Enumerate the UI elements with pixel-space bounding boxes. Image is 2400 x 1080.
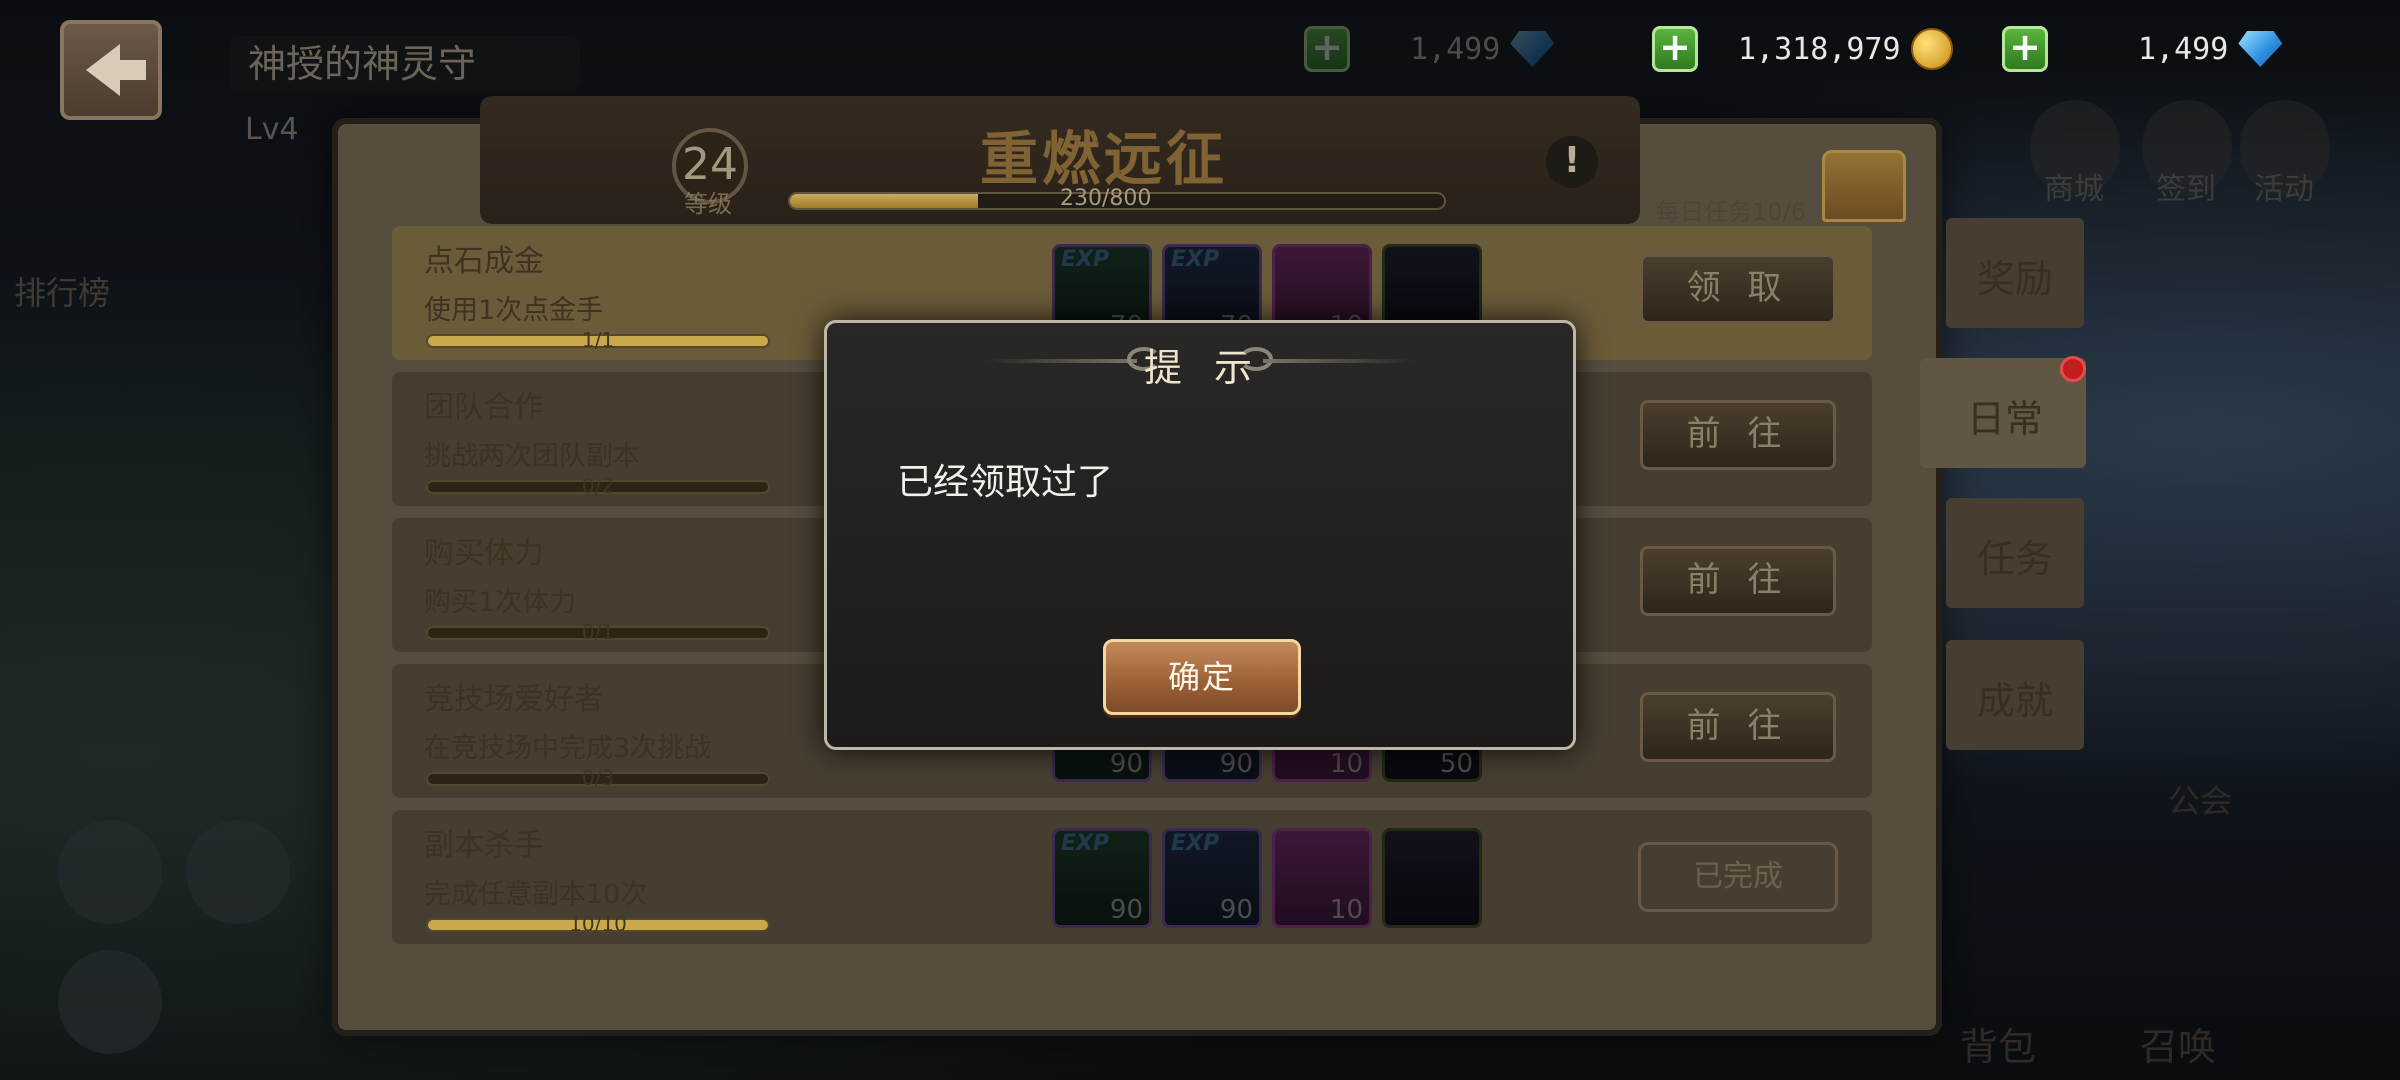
task-name: 副本杀手 xyxy=(424,828,544,863)
reward-quantity: 10 xyxy=(1329,895,1363,925)
add-diamond-button[interactable]: + xyxy=(2002,26,2048,72)
friends-icon[interactable] xyxy=(186,820,290,924)
confirm-button[interactable]: 确定 xyxy=(1103,639,1301,715)
bag-label[interactable]: 背包 xyxy=(1960,1016,2036,1071)
task-name: 竞技场爱好者 xyxy=(424,682,604,717)
notification-dot xyxy=(2060,356,2086,382)
tab-missions-label: 任务 xyxy=(1976,537,2053,581)
resource-diamonds: + 1,499 xyxy=(2002,24,2283,74)
ranking-label[interactable]: 排行榜 xyxy=(14,268,110,314)
guild-label[interactable]: 公会 xyxy=(2168,776,2232,822)
chat-icon[interactable] xyxy=(58,950,162,1054)
title-ornament-right xyxy=(1263,359,1413,363)
task-desc: 在竞技场中完成3次挑战 xyxy=(424,733,712,764)
resource-diamond-faded: + 1,499 xyxy=(1304,24,1555,74)
activity-label: 活动 xyxy=(2254,172,2314,207)
player-name: 神授的神灵守 xyxy=(230,36,580,92)
exp-tag: EXP xyxy=(1171,831,1220,856)
mail-icon[interactable] xyxy=(58,820,162,924)
task-name: 点石成金 xyxy=(424,244,544,279)
task-progress-text: 0/1 xyxy=(581,620,615,644)
diamond-value-faded: 1,499 xyxy=(1410,31,1501,67)
reward-quantity: 90 xyxy=(1109,749,1143,779)
info-icon[interactable]: ! xyxy=(1546,136,1598,188)
diamond-icon xyxy=(1510,31,1555,67)
goto-button[interactable]: 前 往 xyxy=(1640,400,1836,470)
task-name: 团队合作 xyxy=(424,390,544,425)
summon-label[interactable]: 召唤 xyxy=(2140,1016,2216,1071)
task-progress-text: 0/2 xyxy=(581,474,615,498)
goto-button[interactable]: 前 往 xyxy=(1640,546,1836,616)
checkin-label: 签到 xyxy=(2156,172,2216,207)
diamond-icon xyxy=(2238,31,2283,67)
event-level-label: 等级 xyxy=(684,190,732,218)
task-name: 购买体力 xyxy=(424,536,544,571)
event-xp-text: 230/800 xyxy=(1060,186,1152,211)
task-desc: 挑战两次团队副本 xyxy=(424,441,640,472)
reward-quantity: 90 xyxy=(1219,895,1253,925)
back-button[interactable] xyxy=(60,20,162,120)
exp-tag: EXP xyxy=(1171,247,1220,272)
tab-achievements-label: 成就 xyxy=(1976,679,2053,723)
daily-task-counter: 每日任务10/6 xyxy=(1656,198,1806,226)
tab-daily-label: 日常 xyxy=(1966,397,2043,441)
tab-rewards-label: 奖励 xyxy=(1976,257,2053,301)
task-desc: 使用1次点金手 xyxy=(424,295,604,326)
coin-icon xyxy=(1910,28,1953,70)
add-gold-button[interactable]: + xyxy=(1652,26,1698,72)
treasure-chest-icon[interactable] xyxy=(1822,150,1906,222)
reward-quantity: 90 xyxy=(1219,749,1253,779)
claim-button[interactable]: 领 取 xyxy=(1640,254,1836,324)
player-level: Lv4 xyxy=(245,112,299,147)
reward-item-exp-green[interactable]: EXP 90 xyxy=(1052,828,1152,928)
diamond-value: 1,499 xyxy=(2138,31,2229,67)
reward-item-gem-pink[interactable]: 10 xyxy=(1272,828,1372,928)
shop-label: 商城 xyxy=(2044,172,2104,207)
completed-badge: 已完成 xyxy=(1638,842,1838,912)
reward-item-exp-blue[interactable]: EXP 90 xyxy=(1162,828,1262,928)
reward-quantity: 10 xyxy=(1329,749,1363,779)
coin-value: 1,318,979 xyxy=(1738,31,1901,67)
add-diamond-button-faded[interactable]: + xyxy=(1304,26,1350,72)
back-arrow-icon xyxy=(86,44,146,96)
reward-quantity: 50 xyxy=(1439,749,1473,779)
task-progress-text: 10/10 xyxy=(569,912,627,936)
event-xp-fill xyxy=(790,194,979,208)
exp-tag: EXP xyxy=(1061,831,1110,856)
goto-button[interactable]: 前 往 xyxy=(1640,692,1836,762)
task-progress-text: 0/3 xyxy=(581,766,615,790)
resource-coins: + 1,318,979 xyxy=(1652,24,1953,74)
task-desc: 完成任意副本10次 xyxy=(424,879,648,910)
exp-tag: EXP xyxy=(1061,247,1110,272)
dialog-message: 已经领取过了 xyxy=(897,462,1114,503)
alert-dialog: 提 示 已经领取过了 确定 xyxy=(824,320,1576,750)
event-title: 重燃远征 xyxy=(980,125,1229,193)
reward-quantity: 90 xyxy=(1109,895,1143,925)
reward-item-item-dark[interactable] xyxy=(1382,828,1482,928)
task-progress-text: 1/1 xyxy=(581,328,615,352)
task-desc: 购买1次体力 xyxy=(424,587,577,618)
